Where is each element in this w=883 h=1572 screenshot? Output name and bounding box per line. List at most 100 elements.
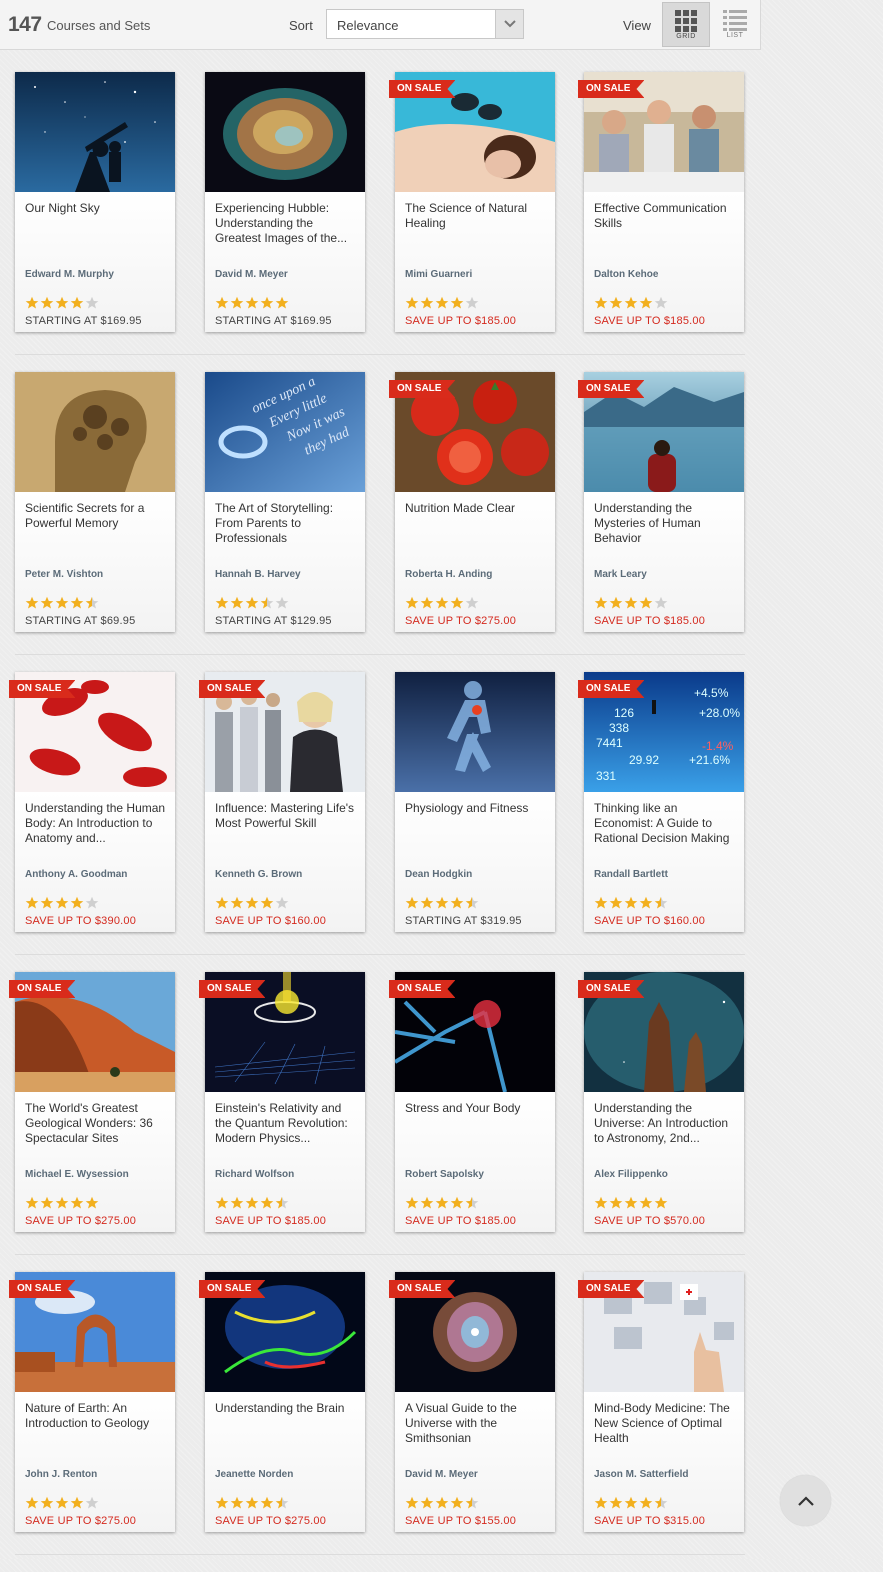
- course-card[interactable]: ON SALE Mind-Body Medicine: The New Scie…: [578, 1272, 744, 1532]
- course-card[interactable]: once upon a Every little Now it was they ha…: [205, 372, 365, 632]
- course-title[interactable]: Influence: Mastering Life's Most Powerfu…: [215, 801, 359, 831]
- course-title[interactable]: Our Night Sky: [25, 201, 169, 216]
- course-title[interactable]: The World's Greatest Geological Wonders:…: [25, 1101, 169, 1146]
- list-view-button[interactable]: LIST: [711, 2, 759, 47]
- star-icon: [405, 596, 420, 610]
- course-card-body: Experiencing Hubble: Understanding the G…: [205, 192, 365, 332]
- star-icon: [594, 296, 609, 310]
- course-title[interactable]: Understanding the Mysteries of Human Beh…: [594, 501, 738, 546]
- course-title[interactable]: Understanding the Universe: An Introduct…: [594, 1101, 738, 1146]
- course-card[interactable]: ON SALE Effective Communication Skills D…: [578, 72, 744, 332]
- course-thumbnail[interactable]: once upon a Every little Now it was they ha…: [205, 372, 365, 492]
- course-title[interactable]: The Art of Storytelling: From Parents to…: [215, 501, 359, 546]
- star-icon: [230, 1196, 245, 1210]
- course-thumbnail[interactable]: [15, 372, 175, 492]
- course-title[interactable]: Einstein's Relativity and the Quantum Re…: [215, 1101, 359, 1146]
- course-card[interactable]: ON SALE Stress and Your Body Robert Sapo…: [389, 972, 555, 1232]
- course-author: Robert Sapolsky: [405, 1169, 484, 1180]
- course-card-body: Understanding the Mysteries of Human Beh…: [584, 492, 744, 632]
- star-icon: [654, 1496, 669, 1510]
- star-icon: [609, 1196, 624, 1210]
- course-thumbnail[interactable]: [205, 72, 365, 192]
- course-title[interactable]: A Visual Guide to the Universe with the …: [405, 1401, 549, 1446]
- course-card[interactable]: ON SALE Nature of Earth: An Introduction…: [9, 1272, 175, 1532]
- course-author: Michael E. Wysession: [25, 1169, 129, 1180]
- course-card[interactable]: Scientific Secrets for a Powerful Memory…: [15, 372, 175, 632]
- course-title[interactable]: Thinking like an Economist: A Guide to R…: [594, 801, 738, 846]
- sort-select[interactable]: Relevance: [326, 9, 524, 39]
- star-icon: [624, 896, 639, 910]
- course-card-body: Einstein's Relativity and the Quantum Re…: [205, 1092, 365, 1232]
- grid-view-button[interactable]: GRID: [662, 2, 710, 47]
- sort-selected-value: Relevance: [337, 18, 399, 33]
- star-rating: [594, 296, 669, 310]
- grid-view-label: GRID: [676, 33, 696, 40]
- course-title[interactable]: Nutrition Made Clear: [405, 501, 549, 516]
- course-title[interactable]: Nature of Earth: An Introduction to Geol…: [25, 1401, 169, 1431]
- star-icon: [85, 896, 100, 910]
- course-card[interactable]: Physiology and Fitness Dean Hodgkin STAR…: [395, 672, 555, 932]
- star-icon: [215, 1196, 230, 1210]
- course-card[interactable]: Experiencing Hubble: Understanding the G…: [205, 72, 365, 332]
- star-icon: [215, 596, 230, 610]
- results-count: 147: [8, 13, 42, 36]
- star-icon: [465, 1496, 480, 1510]
- star-icon: [465, 596, 480, 610]
- star-icon: [275, 1496, 290, 1510]
- course-title[interactable]: Understanding the Brain: [215, 1401, 359, 1416]
- course-card[interactable]: 126 338 7441 29.92 331 +4.5% +28.0% +21.6% -1.4%…: [578, 672, 744, 932]
- course-card[interactable]: ON SALE Understanding the Human Body: An…: [9, 672, 175, 932]
- course-card[interactable]: ON SALE Nutrition Made Clear Roberta H. …: [389, 372, 555, 632]
- on-sale-badge: ON SALE: [578, 680, 645, 698]
- course-price: SAVE UP TO $390.00: [25, 915, 137, 927]
- svg-text:331: 331: [596, 769, 616, 783]
- course-title[interactable]: Physiology and Fitness: [405, 801, 549, 816]
- course-title[interactable]: Understanding the Human Body: An Introdu…: [25, 801, 169, 846]
- star-icon: [70, 896, 85, 910]
- course-card[interactable]: ON SALE The World's Greatest Geological …: [9, 972, 175, 1232]
- star-icon: [639, 1496, 654, 1510]
- course-price: SAVE UP TO $185.00: [594, 315, 706, 327]
- course-price: SAVE UP TO $275.00: [405, 615, 517, 627]
- star-icon: [55, 296, 70, 310]
- course-title[interactable]: Effective Communication Skills: [594, 201, 738, 231]
- course-title[interactable]: Experiencing Hubble: Understanding the G…: [215, 201, 359, 246]
- course-card[interactable]: ON SALE Understanding the Universe: An I…: [578, 972, 744, 1232]
- star-icon: [275, 896, 290, 910]
- course-title[interactable]: Stress and Your Body: [405, 1101, 549, 1116]
- star-icon: [594, 1496, 609, 1510]
- course-title[interactable]: Mind-Body Medicine: The New Science of O…: [594, 1401, 738, 1446]
- course-card[interactable]: ON SALE A Visual Guide to the Universe w…: [389, 1272, 555, 1532]
- course-card-body: Scientific Secrets for a Powerful Memory…: [15, 492, 175, 632]
- star-icon: [25, 1496, 40, 1510]
- star-icon: [465, 896, 480, 910]
- star-rating: [594, 1196, 669, 1210]
- chevron-down-icon[interactable]: [495, 10, 523, 38]
- course-thumbnail[interactable]: [395, 672, 555, 792]
- star-rating: [594, 896, 669, 910]
- course-thumbnail[interactable]: [15, 72, 175, 192]
- star-icon: [435, 896, 450, 910]
- star-icon: [245, 896, 260, 910]
- star-icon: [85, 296, 100, 310]
- course-card[interactable]: ON SALE Influence: Mastering Life's Most…: [199, 672, 365, 932]
- course-card[interactable]: Our Night Sky Edward M. Murphy STARTING …: [15, 72, 175, 332]
- star-icon: [25, 1196, 40, 1210]
- course-card[interactable]: ON SALE The Science of Natural Healing M…: [389, 72, 555, 332]
- course-title[interactable]: The Science of Natural Healing: [405, 201, 549, 231]
- svg-text:7441: 7441: [596, 736, 623, 750]
- star-icon: [654, 1196, 669, 1210]
- star-icon: [25, 896, 40, 910]
- course-title[interactable]: Scientific Secrets for a Powerful Memory: [25, 501, 169, 531]
- course-author: Jason M. Satterfield: [594, 1469, 689, 1480]
- scroll-to-top-button[interactable]: [780, 1475, 831, 1526]
- course-card[interactable]: ON SALE Understanding the Brain Jeanette…: [199, 1272, 365, 1532]
- course-card-body: The Science of Natural Healing Mimi Guar…: [395, 192, 555, 332]
- star-icon: [639, 296, 654, 310]
- on-sale-badge: ON SALE: [578, 1280, 645, 1298]
- course-author: Dalton Kehoe: [594, 269, 659, 280]
- star-icon: [420, 1196, 435, 1210]
- star-icon: [450, 896, 465, 910]
- course-card[interactable]: ON SALE Einstein's Relativity and the Qu…: [199, 972, 365, 1232]
- course-card[interactable]: ON SALE Understanding the Mysteries of H…: [578, 372, 744, 632]
